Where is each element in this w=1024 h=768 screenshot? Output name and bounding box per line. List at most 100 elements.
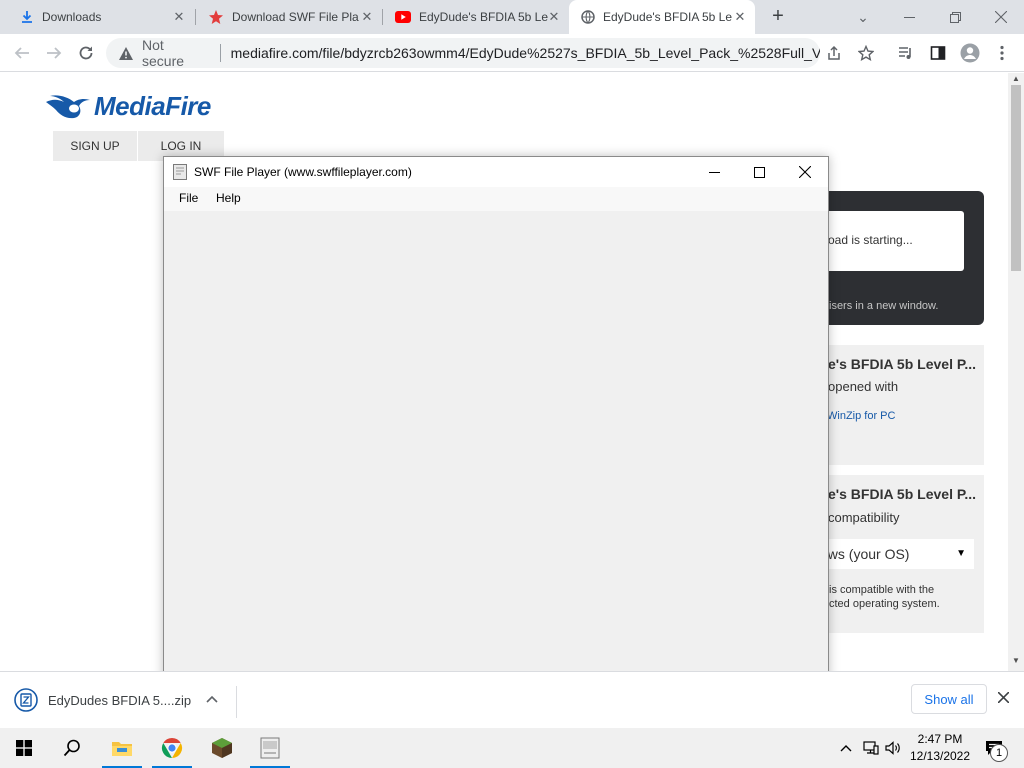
close-tab-icon[interactable]: ✕ — [172, 10, 186, 24]
winzip-link[interactable]: WinZip for PC — [827, 410, 895, 422]
clock-time: 2:47 PM — [917, 732, 963, 746]
chevron-up-icon[interactable] — [838, 740, 854, 756]
logo-text: MediaFire — [94, 91, 211, 121]
close-icon — [799, 166, 811, 178]
zip-file-icon — [14, 688, 38, 712]
os-select[interactable]: ows (your OS) ▼ — [820, 539, 974, 569]
youtube-icon — [395, 11, 411, 23]
restore-button[interactable] — [932, 0, 978, 34]
network-icon[interactable] — [863, 740, 879, 756]
minecraft-block-icon — [212, 738, 232, 758]
swf-window-title: SWF File Player (www.swffileplayer.com) — [194, 165, 412, 179]
windows-taskbar: 2:47 PM 12/13/2022 1 — [0, 728, 1024, 768]
tab-title: EdyDude's BFDIA 5b Le — [419, 10, 549, 24]
globe-icon — [581, 10, 595, 24]
bookmark-star-icon[interactable] — [856, 43, 876, 63]
url-text[interactable]: mediafire.com/file/bdyzrcb263owmm4/EdyDu… — [231, 45, 820, 61]
show-all-button[interactable]: Show all — [911, 684, 987, 714]
minimize-button[interactable] — [886, 0, 932, 34]
swf-minimize-button[interactable] — [691, 157, 737, 187]
chrome-icon — [161, 737, 183, 759]
file-title: e's BFDIA 5b Level P... — [828, 486, 977, 502]
close-icon[interactable] — [997, 690, 1010, 708]
file-title: e's BFDIA 5b Level P... — [828, 356, 977, 372]
new-tab-button[interactable]: + — [768, 6, 788, 27]
browser-toolbar: Not secure mediafire.com/file/bdyzrcb263… — [0, 34, 1024, 72]
maximize-icon — [753, 166, 765, 178]
close-tab-icon[interactable]: ✕ — [733, 10, 747, 24]
compat-note-line2: cted operating system. — [829, 598, 940, 610]
restore-icon — [949, 11, 961, 23]
warning-icon[interactable] — [118, 45, 134, 61]
page-scrollbar[interactable]: ▲ ▼ — [1008, 73, 1024, 687]
not-secure-label[interactable]: Not secure — [142, 37, 210, 69]
tab-title: Downloads — [42, 10, 102, 24]
download-bar-divider — [236, 686, 237, 718]
windows-logo-icon — [16, 740, 32, 756]
search-button[interactable] — [48, 728, 96, 768]
clock-date: 12/13/2022 — [909, 749, 971, 763]
forward-arrow-icon — [47, 47, 62, 59]
swf-app-icon — [173, 164, 187, 180]
menu-help[interactable]: Help — [216, 191, 241, 205]
scroll-down-icon[interactable]: ▼ — [1008, 655, 1024, 667]
search-icon — [63, 739, 80, 757]
address-bar[interactable]: Not secure mediafire.com/file/bdyzrcb263… — [106, 37, 820, 69]
file-explorer-button[interactable] — [98, 728, 146, 768]
mediafire-flame-icon — [46, 94, 90, 118]
folder-icon — [112, 742, 132, 756]
swf-player-taskbar-button[interactable] — [246, 728, 294, 768]
tab-title: EdyDude's BFDIA 5b Le — [603, 10, 733, 24]
tab-download-swf[interactable]: Download SWF File Pla ✕ — [196, 0, 382, 34]
tab-mediafire-active[interactable]: EdyDude's BFDIA 5b Le ✕ — [569, 0, 755, 34]
start-button[interactable] — [0, 728, 48, 768]
close-window-button[interactable] — [978, 0, 1024, 34]
tab-youtube[interactable]: EdyDude's BFDIA 5b Le ✕ — [383, 0, 569, 34]
download-file-name: EdyDudes BFDIA 5....zip — [48, 692, 192, 708]
compat-note-line1: is compatible with the — [829, 584, 935, 596]
media-queue-icon[interactable] — [896, 43, 916, 63]
share-icon[interactable] — [824, 43, 844, 63]
tab-title: Download SWF File Pla — [232, 10, 359, 24]
swf-player-window[interactable]: SWF File Player (www.swffileplayer.com) … — [163, 156, 829, 687]
os-select-value: ows (your OS) — [820, 546, 910, 562]
compatibility-label: compatibility — [828, 510, 900, 525]
sign-up-button[interactable]: SIGN UP — [53, 131, 137, 161]
side-panel-icon[interactable] — [928, 43, 948, 63]
tab-downloads[interactable]: Downloads ✕ — [8, 0, 194, 34]
download-icon — [22, 11, 32, 23]
download-item[interactable]: EdyDudes BFDIA 5....zip — [14, 688, 191, 712]
download-bar: EdyDudes BFDIA 5....zip Show all — [0, 671, 1024, 728]
swf-close-button[interactable] — [782, 157, 828, 187]
close-tab-icon[interactable]: ✕ — [547, 10, 561, 24]
forward-button[interactable] — [42, 41, 66, 65]
swf-maximize-button[interactable] — [736, 157, 782, 187]
scroll-up-icon[interactable]: ▲ — [1008, 73, 1024, 85]
opened-with-label: opened with — [828, 379, 899, 394]
menu-file[interactable]: File — [179, 191, 198, 205]
mediafire-logo[interactable]: MediaFire — [44, 91, 211, 122]
chrome-button[interactable] — [148, 728, 196, 768]
minecraft-button[interactable] — [198, 728, 246, 768]
swf-file-icon — [260, 737, 280, 759]
minimize-icon — [903, 16, 915, 18]
omnibox-divider — [219, 44, 221, 62]
swf-title-bar[interactable]: SWF File Player (www.swffileplayer.com) — [164, 157, 828, 187]
close-tab-icon[interactable]: ✕ — [360, 10, 374, 24]
chevron-up-icon[interactable] — [206, 692, 218, 706]
menu-kebab-icon[interactable] — [992, 43, 1012, 63]
swf-menu-bar: File Help — [164, 187, 828, 211]
scroll-thumb[interactable] — [1011, 85, 1021, 271]
notification-count-badge: 1 — [990, 744, 1008, 762]
chevron-down-icon[interactable]: ⌄ — [840, 0, 886, 34]
close-icon — [995, 11, 1007, 23]
download-note: isers in a new window. — [829, 300, 939, 312]
system-clock[interactable]: 2:47 PM 12/13/2022 — [906, 731, 974, 765]
volume-icon[interactable] — [885, 740, 901, 756]
back-arrow-icon — [14, 47, 29, 59]
caret-down-icon: ▼ — [956, 548, 966, 559]
minimize-icon — [708, 171, 720, 173]
back-button[interactable] — [10, 41, 34, 65]
profile-avatar[interactable] — [960, 43, 980, 63]
reload-button[interactable] — [74, 41, 98, 65]
